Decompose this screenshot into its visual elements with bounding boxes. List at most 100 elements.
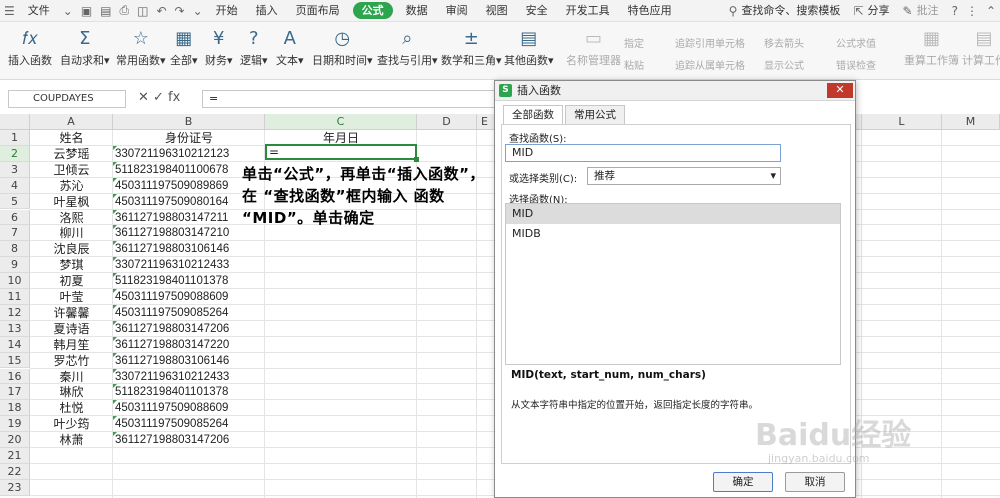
cell-id-number[interactable]: 361127198803147206 [113,320,265,337]
cell-name[interactable]: 柳川 [30,225,113,241]
formula-bar-icons[interactable]: ✕ ✓ fx [138,90,180,105]
cell-name[interactable]: 叶星枫 [30,194,113,210]
row-header[interactable]: 3 [0,161,30,178]
show-formulas-button[interactable]: 显示公式 [764,57,804,72]
trace-precedents-button[interactable]: 追踪引用单元格 [675,35,745,50]
lookup-button[interactable]: ⌕ 查找与引用▾ [377,26,438,68]
cell-name[interactable]: 洛熙 [30,210,113,226]
print-icon[interactable]: ⎙ [116,3,134,18]
more-icon[interactable]: ⌄ [189,4,207,18]
close-icon[interactable]: ✕ [827,83,853,98]
cell-id-number[interactable]: 361127198803106146 [113,352,265,369]
row-header[interactable]: 10 [0,273,30,289]
all-functions-button[interactable]: ▦ 全部▾ [170,26,198,68]
tab-review[interactable]: 审阅 [437,0,477,22]
row-header[interactable]: 6 [0,209,30,226]
formula-input[interactable]: = [202,90,498,108]
row-header[interactable]: 4 [0,177,30,194]
paste-button[interactable]: 粘贴 [624,57,644,72]
row-header[interactable]: 15 [0,352,30,369]
cell-id-number[interactable]: 450311197509085264 [113,416,265,432]
evaluate-formula-button[interactable]: 公式求值 [836,35,876,50]
col-header-m[interactable]: M [942,114,1000,130]
header-id[interactable]: 身份证号 [113,130,265,146]
cell-id-number[interactable]: 450311197509088609 [113,400,265,416]
name-manager-button[interactable]: ▭ 名称管理器 [566,26,621,68]
tab-developer[interactable]: 开发工具 [557,0,619,22]
cell-id-number[interactable]: 330721196310212433 [113,257,265,273]
recalculate-button[interactable]: ▦ 重算工作簿 [904,26,959,68]
command-search[interactable]: 查找命令、搜索模板 [741,0,849,22]
row-header[interactable]: 11 [0,289,30,305]
cell-name[interactable]: 梦琪 [30,257,113,273]
row-header[interactable]: 1 [0,130,30,146]
autosum-button[interactable]: Σ 自动求和▾ [60,26,110,68]
col-header-d[interactable]: D [417,114,477,130]
export-icon[interactable]: ▤ [96,4,115,18]
row-header[interactable]: 19 [0,416,30,433]
cell-name[interactable]: 苏沁 [30,178,113,194]
tab-all-functions[interactable]: 全部函数 [503,105,563,125]
cell-id-number[interactable]: 361127198803147206 [113,432,265,448]
cell-id-number[interactable]: 450311197509085264 [113,304,265,321]
col-header-l[interactable]: L [862,114,942,130]
col-header-a[interactable]: A [30,114,113,130]
remove-arrows-button[interactable]: 移去箭头 [764,35,804,50]
row-header[interactable]: 21 [0,448,30,464]
cell-id-number[interactable]: 511823198401101378 [113,384,265,400]
insert-function-button[interactable]: 𝑓𝑥 插入函数 [8,26,52,68]
row-header[interactable]: 5 [0,193,30,210]
logic-button[interactable]: ? 逻辑▾ [240,26,268,68]
tab-special[interactable]: 特色应用 [619,0,681,22]
tab-page-layout[interactable]: 页面布局 [287,0,349,22]
text-button[interactable]: A 文本▾ [276,26,304,68]
function-item-mid[interactable]: MID [506,204,840,224]
cell-name[interactable]: 琳欣 [30,384,113,400]
tab-formulas[interactable]: 公式 [352,2,393,19]
cell-name[interactable]: 叶少筠 [30,416,113,432]
row-header[interactable]: 18 [0,400,30,417]
cell-name[interactable]: 沈良辰 [30,241,113,257]
row-header[interactable]: 16 [0,368,30,385]
cell-id-number[interactable]: 450311197509088609 [113,289,265,305]
search-icon[interactable]: ⚲ [725,4,742,18]
specify-button[interactable]: 指定 [624,35,644,50]
help-icon[interactable]: ? [948,4,962,18]
share-button[interactable]: 分享 [868,0,899,22]
row-header[interactable]: 13 [0,320,30,337]
cell-name[interactable]: 云梦瑶 [30,146,113,162]
row-header[interactable]: 7 [0,225,30,242]
cell-id-number[interactable]: 361127198803106146 [113,241,265,257]
chevron-down-icon[interactable]: ⌄ [59,4,77,18]
function-search-input[interactable]: MID [505,144,781,162]
cell-name[interactable]: 卫倾云 [30,162,113,178]
select-all-corner[interactable] [0,114,30,130]
datetime-button[interactable]: ◷ 日期和时间▾ [312,26,373,68]
cell-name[interactable]: 韩月笙 [30,337,113,353]
undo-icon[interactable]: ↶ [152,4,170,18]
name-box[interactable]: COUPDAYES [8,90,126,108]
tab-data[interactable]: 数据 [397,0,437,22]
cell-id-number[interactable]: 330721196310212123 [113,145,265,162]
row-header[interactable]: 17 [0,384,30,401]
tab-common-formulas[interactable]: 常用公式 [565,105,625,125]
cell-name[interactable]: 秦川 [30,369,113,385]
active-cell-c2[interactable]: = [265,144,419,162]
trace-dependents-button[interactable]: 追踪从属单元格 [675,57,745,72]
row-header[interactable]: 22 [0,463,30,480]
cancel-button[interactable]: 取消 [785,472,845,492]
ok-button[interactable]: 确定 [713,472,773,492]
tab-view[interactable]: 视图 [477,0,517,22]
tab-insert[interactable]: 插入 [247,0,287,22]
calculate-sheet-button[interactable]: ▤ 计算工作 [962,26,1000,68]
col-header-b[interactable]: B [113,114,265,130]
category-select[interactable]: 推荐 [587,167,781,185]
cell-name[interactable]: 夏诗语 [30,321,113,337]
cell-name[interactable]: 杜悦 [30,400,113,416]
cell-id-number[interactable]: 330721196310212433 [113,368,265,385]
row-header[interactable]: 12 [0,304,30,321]
file-menu[interactable]: 文件 [19,0,59,22]
function-item-midb[interactable]: MIDB [506,224,840,244]
math-button[interactable]: ± 数学和三角▾ [441,26,502,68]
preview-icon[interactable]: ◫ [133,4,152,18]
